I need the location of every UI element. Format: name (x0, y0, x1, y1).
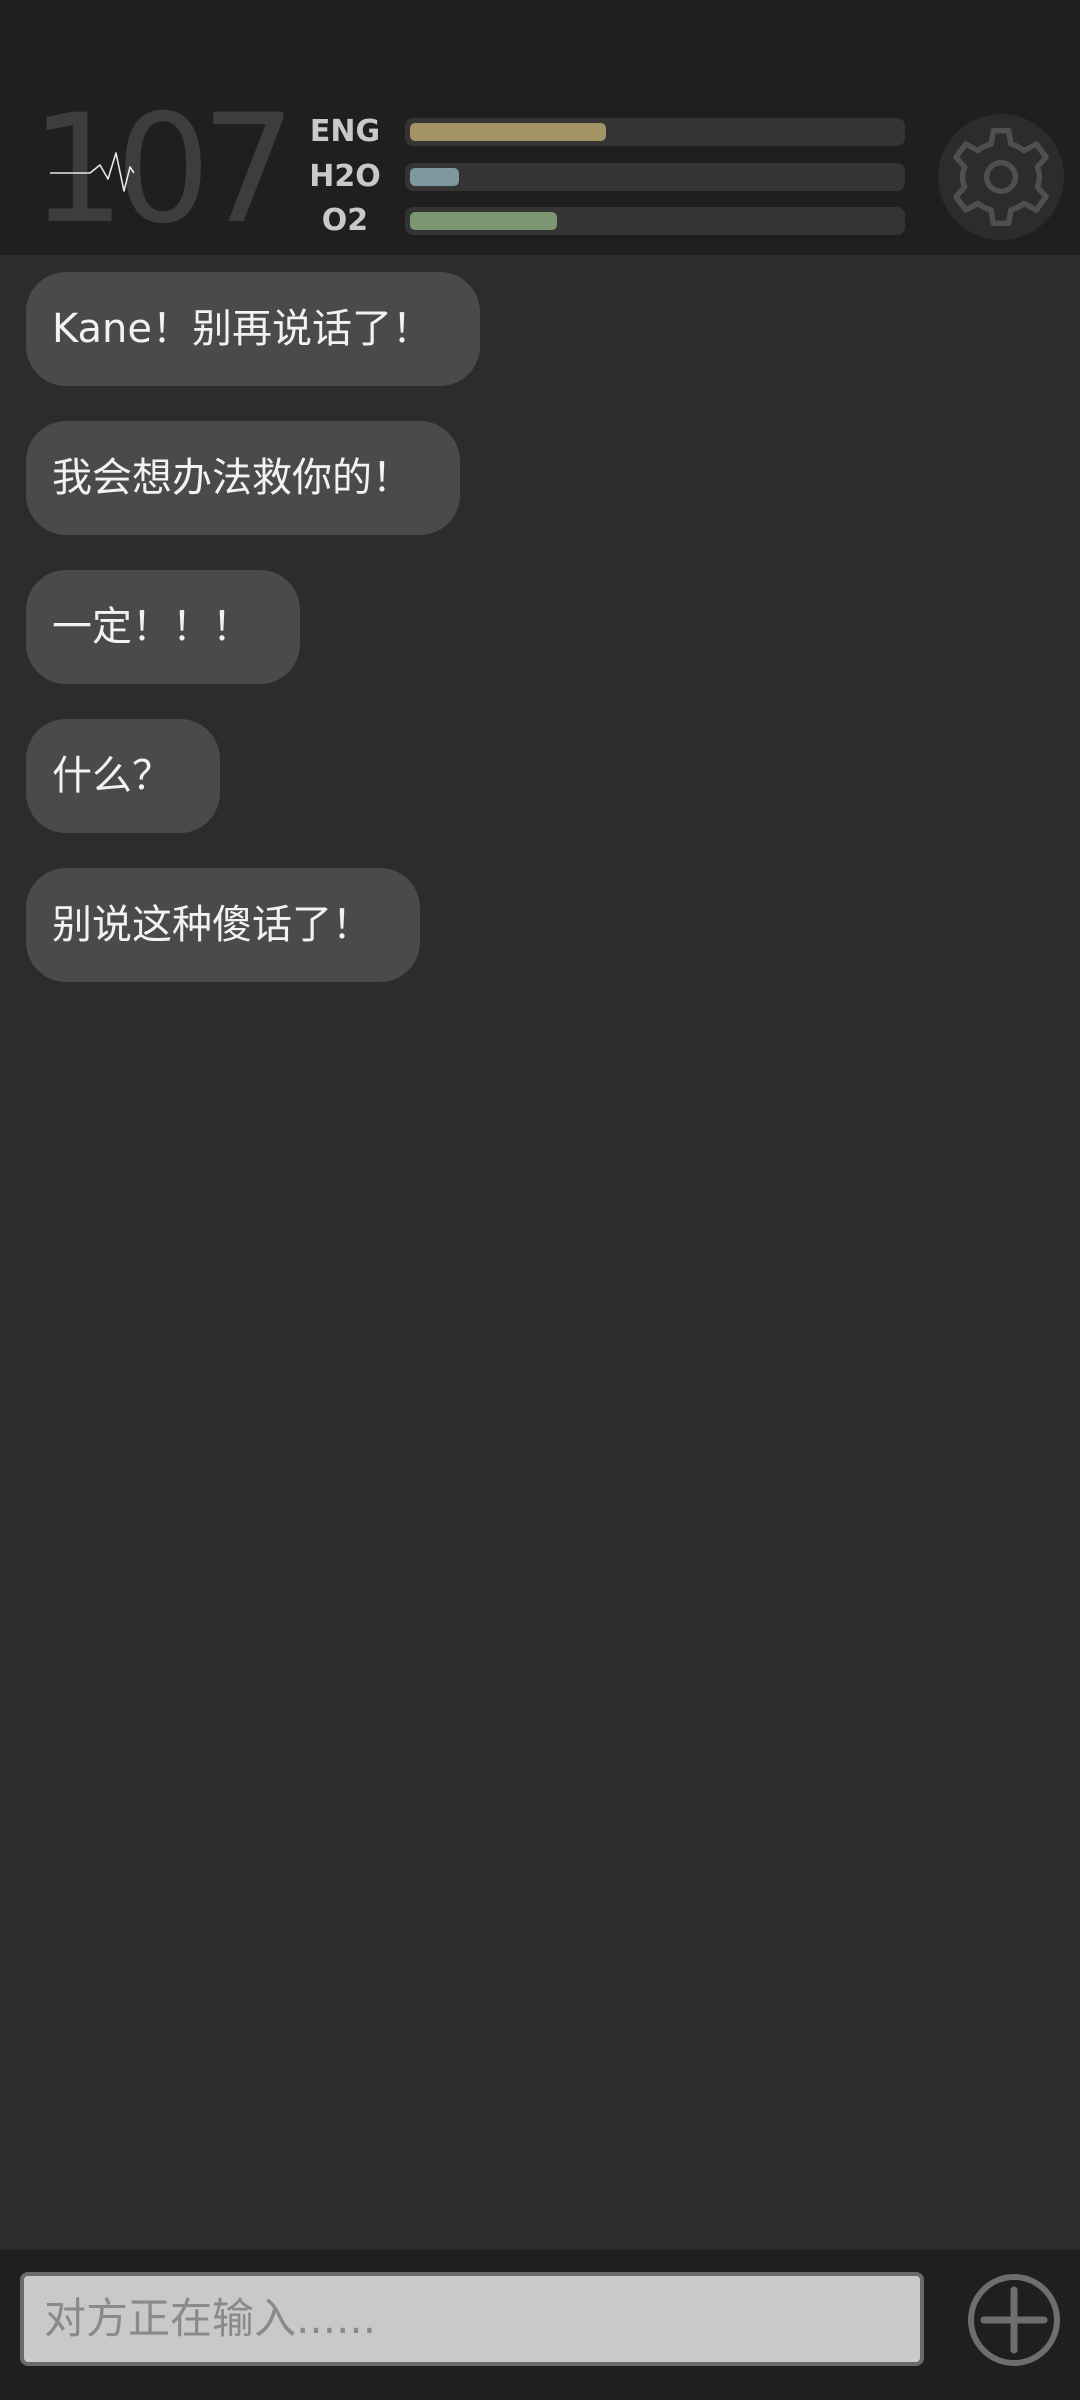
status-header: 107 ENG H2O O2 (0, 0, 1080, 255)
message-list: Kane！别再说话了！ 我会想办法救你的！ 一定！！！ 什么？ 别说这种傻话了！ (26, 272, 1046, 1017)
stat-track-eng (405, 118, 905, 146)
stat-track-o2 (405, 207, 905, 235)
input-bar: 对方正在输入...... (0, 2250, 1080, 2400)
message-bubble[interactable]: Kane！别再说话了！ (26, 272, 480, 386)
stat-row-eng: ENG (300, 112, 910, 152)
stat-track-h2o (405, 163, 905, 191)
add-button[interactable] (964, 2270, 1064, 2370)
stat-bars: ENG H2O O2 (300, 112, 910, 242)
plus-circle-icon (968, 2274, 1060, 2366)
message-bubble[interactable]: 什么？ (26, 719, 220, 833)
game-screen: 107 ENG H2O O2 Kane！别再说话了！ 我会想办法救你的！ 一定！… (0, 0, 1080, 2400)
chat-area[interactable]: Kane！别再说话了！ 我会想办法救你的！ 一定！！！ 什么？ 别说这种傻话了！ (0, 255, 1080, 2250)
message-input[interactable]: 对方正在输入...... (20, 2272, 924, 2366)
stat-label-o2: O2 (321, 203, 369, 238)
stat-fill-h2o (410, 168, 459, 186)
heart-rate-display: 107 (30, 95, 296, 245)
stat-label-h2o: H2O (309, 159, 381, 194)
message-bubble[interactable]: 别说这种傻话了！ (26, 868, 420, 982)
pulse-icon (50, 152, 135, 192)
message-bubble[interactable]: 我会想办法救你的！ (26, 421, 460, 535)
stat-fill-o2 (410, 212, 557, 230)
stat-fill-eng (410, 123, 606, 141)
message-bubble[interactable]: 一定！！！ (26, 570, 300, 684)
stat-row-h2o: H2O (300, 157, 910, 197)
stat-label-eng: ENG (309, 114, 381, 149)
gear-icon (953, 128, 1049, 226)
settings-button[interactable] (938, 114, 1064, 240)
stat-row-o2: O2 (300, 201, 910, 241)
